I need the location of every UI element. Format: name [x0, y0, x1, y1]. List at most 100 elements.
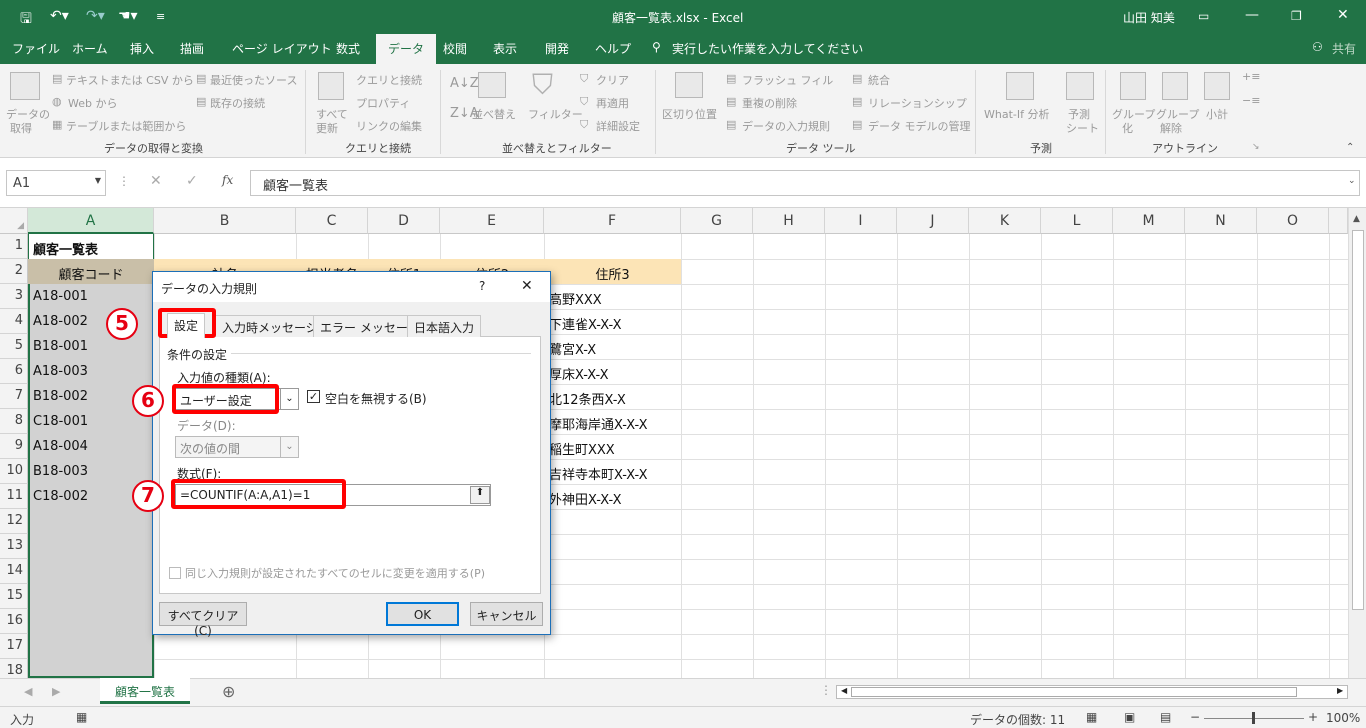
col-header-d[interactable]: D	[368, 208, 440, 234]
col-header-i[interactable]: I	[825, 208, 897, 234]
zoom-level[interactable]: 100%	[1326, 711, 1360, 725]
row-header-2[interactable]: 2	[0, 259, 28, 284]
col-header-m[interactable]: M	[1113, 208, 1185, 234]
cell-f10[interactable]: 吉祥寺本町X-X-X	[546, 460, 651, 485]
tab-ime-mode[interactable]: 日本語入力	[407, 315, 482, 337]
col-header-c[interactable]: C	[296, 208, 368, 234]
customize-qat-icon[interactable]: ≡	[156, 10, 165, 23]
cell-a1[interactable]: 顧客一覧表	[30, 235, 101, 260]
cell-f7[interactable]: 北12条西X-X	[546, 385, 629, 410]
col-header-l[interactable]: L	[1041, 208, 1113, 234]
cancel-button[interactable]: キャンセル	[470, 602, 543, 626]
cell-f3[interactable]: 高野XXX	[546, 285, 605, 310]
tab-file[interactable]: ファイル	[12, 40, 60, 57]
row-header-12[interactable]: 12	[0, 509, 28, 534]
sheet-tab-active[interactable]: 顧客一覧表	[100, 678, 190, 704]
clear-button[interactable]: クリア	[596, 72, 629, 88]
row-header-10[interactable]: 10	[0, 459, 28, 484]
tab-home[interactable]: ホーム	[72, 40, 108, 57]
ignore-blank-label[interactable]: 空白を無視する(B)	[325, 390, 427, 407]
zoom-slider-thumb[interactable]	[1252, 712, 1255, 724]
next-sheet-icon[interactable]: ▶	[52, 685, 60, 698]
show-detail-icon[interactable]: +≡	[1242, 70, 1260, 83]
cell-f6[interactable]: 厚床X-X-X	[546, 360, 612, 385]
row-header-4[interactable]: 4	[0, 309, 28, 334]
cell-f4[interactable]: 下連雀X-X-X	[546, 310, 625, 335]
refresh-all-label-2[interactable]: 更新	[316, 120, 338, 136]
forecast-sheet-2[interactable]: シート	[1066, 120, 1099, 136]
name-box[interactable]: A1 ▼	[6, 170, 106, 196]
page-layout-view-icon[interactable]: ▣	[1124, 710, 1135, 724]
row-header-7[interactable]: 7	[0, 384, 28, 409]
reapply-button[interactable]: 再適用	[596, 95, 629, 111]
expand-formula-icon[interactable]: ⌄	[1348, 176, 1356, 186]
tab-review[interactable]: 校閲	[443, 40, 467, 57]
col-header-g[interactable]: G	[681, 208, 753, 234]
outline-launcher-icon[interactable]: ↘	[1252, 142, 1260, 152]
cell-f8[interactable]: 摩耶海岸通X-X-X	[546, 410, 651, 435]
sort-button[interactable]: 並べ替え	[472, 106, 516, 122]
save-icon[interactable]: 🖫	[20, 8, 32, 32]
scroll-left-icon[interactable]: ◀	[841, 686, 847, 695]
row-header-6[interactable]: 6	[0, 359, 28, 384]
tab-developer[interactable]: 開発	[545, 40, 569, 57]
row-header-14[interactable]: 14	[0, 559, 28, 584]
cell-a8[interactable]: C18-001	[30, 410, 91, 435]
collapse-dialog-icon[interactable]: ⬆	[470, 486, 490, 504]
col-header-n[interactable]: N	[1185, 208, 1257, 234]
tab-page-layout[interactable]: ページ レイアウト	[232, 40, 332, 57]
tab-formulas[interactable]: 数式	[336, 40, 360, 57]
close-icon[interactable]: ✕	[521, 278, 533, 294]
cell-a11[interactable]: C18-002	[30, 485, 91, 510]
cell-a4[interactable]: A18-002	[30, 310, 91, 335]
vertical-scrollbar[interactable]: ▲	[1348, 208, 1366, 678]
scroll-up-icon[interactable]: ▲	[1353, 214, 1360, 224]
scroll-thumb[interactable]	[1352, 230, 1364, 610]
help-icon[interactable]: ?	[479, 279, 485, 293]
group-label-2[interactable]: 化	[1122, 120, 1133, 136]
share-icon[interactable]: ⚇	[1312, 40, 1323, 54]
get-data-label-2[interactable]: 取得	[10, 120, 32, 136]
advanced-button[interactable]: 詳細設定	[596, 118, 640, 134]
chevron-down-icon[interactable]: ▼	[95, 176, 101, 185]
horizontal-scrollbar[interactable]: ◀ ▶	[836, 685, 1348, 699]
flash-fill[interactable]: フラッシュ フィル	[742, 72, 833, 88]
tab-data[interactable]: データ	[376, 34, 437, 64]
col-header-p[interactable]	[1329, 208, 1348, 234]
minimize-icon[interactable]: —	[1245, 7, 1259, 23]
data-validation[interactable]: データの入力規則	[742, 118, 830, 134]
row-header-18[interactable]: 18	[0, 659, 28, 678]
restore-icon[interactable]: ❐	[1291, 9, 1302, 23]
row-header-13[interactable]: 13	[0, 534, 28, 559]
cell-a3[interactable]: A18-001	[30, 285, 91, 310]
col-header-b[interactable]: B	[154, 208, 296, 234]
recent-sources[interactable]: 最近使ったソース	[210, 72, 297, 88]
relationships[interactable]: リレーションシップ	[868, 95, 967, 111]
tab-settings[interactable]: 設定	[167, 313, 206, 338]
cell-a5[interactable]: B18-001	[30, 335, 91, 360]
confirm-entry-icon[interactable]: ✓	[186, 173, 198, 189]
close-window-icon[interactable]: ✕	[1337, 7, 1349, 23]
normal-view-icon[interactable]: ▦	[1086, 710, 1097, 724]
col-header-f[interactable]: F	[544, 208, 681, 234]
share-button[interactable]: 共有	[1332, 40, 1356, 57]
tell-me-box[interactable]: 実行したい作業を入力してください	[672, 40, 863, 57]
cell-a2[interactable]: 顧客コード	[28, 260, 154, 285]
chevron-down-icon[interactable]: ⌄	[280, 389, 298, 409]
page-break-view-icon[interactable]: ▤	[1160, 710, 1171, 724]
cell-f5[interactable]: 鷺宮X-X	[546, 335, 599, 360]
row-header-16[interactable]: 16	[0, 609, 28, 634]
col-header-j[interactable]: J	[897, 208, 969, 234]
ignore-blank-checkbox[interactable]: ✓	[307, 390, 320, 403]
col-header-k[interactable]: K	[969, 208, 1041, 234]
text-to-columns-button[interactable]: 区切り位置	[662, 106, 717, 122]
ribbon-display-icon[interactable]: ▭	[1198, 9, 1209, 23]
row-header-15[interactable]: 15	[0, 584, 28, 609]
sort-az-icon[interactable]: A↓Z	[450, 76, 479, 91]
redo-icon[interactable]: ↷▾	[86, 8, 105, 24]
row-header-9[interactable]: 9	[0, 434, 28, 459]
cancel-entry-icon[interactable]: ✕	[150, 173, 162, 189]
select-all-corner[interactable]: ◢	[0, 208, 28, 234]
col-header-e[interactable]: E	[440, 208, 544, 234]
ungroup-label-2[interactable]: 解除	[1160, 120, 1182, 136]
